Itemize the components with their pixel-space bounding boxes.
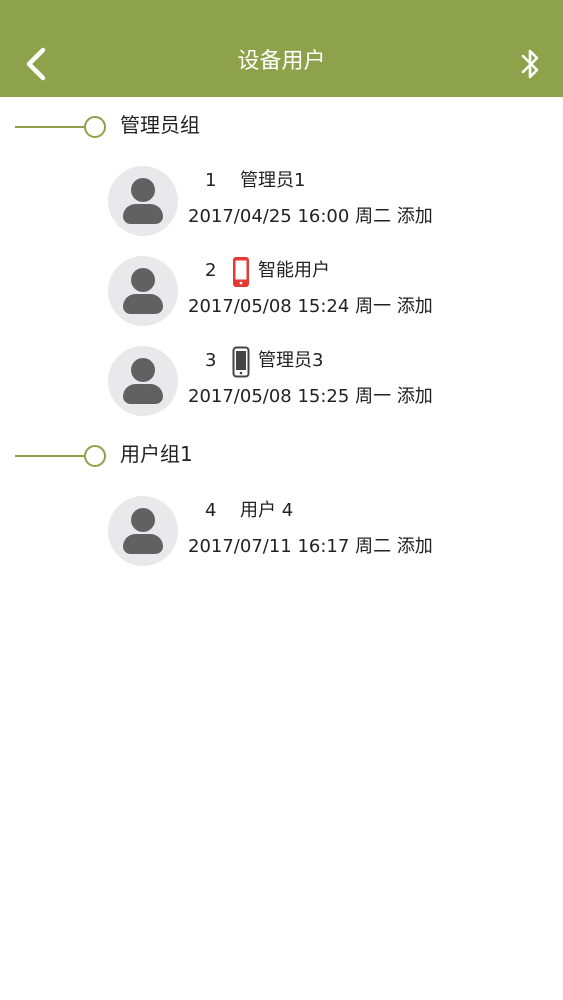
avatar-head-shape [131, 358, 155, 382]
user-meta: 2017/04/25 16:00 周二 添加 [188, 204, 433, 230]
user-datetime: 2017/05/08 15:25 [188, 386, 350, 407]
user-action: 添加 [396, 206, 433, 227]
group-connector-line [15, 126, 85, 128]
user-weekday: 周一 [355, 386, 392, 407]
user-datetime: 2017/04/25 16:00 [188, 206, 350, 227]
top-bar: 设备用户 [0, 0, 563, 97]
avatar-body-shape [123, 384, 163, 404]
group-name: 用户组1 [120, 442, 193, 466]
avatar-head-shape [131, 178, 155, 202]
user-weekday: 周二 [355, 206, 392, 227]
user-row[interactable]: 2 智能用户 2017/05/08 15:24 周一 添加 [0, 256, 563, 336]
avatar [108, 166, 178, 236]
user-number: 1 [205, 170, 217, 191]
avatar [108, 496, 178, 566]
bluetooth-button[interactable] [513, 44, 549, 84]
user-meta: 2017/05/08 15:24 周一 添加 [188, 294, 433, 320]
user-name: 用户 4 [240, 500, 294, 521]
user-name: 智能用户 [258, 260, 330, 281]
group-circle-icon [84, 445, 106, 467]
user-weekday: 周二 [355, 536, 392, 557]
avatar [108, 256, 178, 326]
group-circle-icon [84, 116, 106, 138]
group-name: 管理员组 [120, 113, 200, 137]
user-meta: 2017/05/08 15:25 周一 添加 [188, 384, 433, 410]
user-action: 添加 [396, 386, 433, 407]
user-row[interactable]: 3 管理员3 2017/05/08 15:25 周一 添加 [0, 346, 563, 426]
phone-icon [232, 346, 250, 378]
avatar-body-shape [123, 204, 163, 224]
bluetooth-icon [521, 49, 539, 79]
avatar-body-shape [123, 294, 163, 314]
user-meta: 2017/07/11 16:17 周二 添加 [188, 534, 433, 560]
avatar [108, 346, 178, 416]
user-name: 管理员1 [240, 170, 306, 191]
avatar-head-shape [131, 268, 155, 292]
group-header[interactable]: 用户组1 [0, 436, 563, 476]
user-action: 添加 [396, 296, 433, 317]
user-weekday: 周一 [355, 296, 392, 317]
user-number: 2 [205, 260, 217, 281]
user-datetime: 2017/05/08 15:24 [188, 296, 350, 317]
user-action: 添加 [396, 536, 433, 557]
user-name: 管理员3 [258, 350, 324, 371]
user-number: 3 [205, 350, 217, 371]
red-phone-icon [233, 257, 249, 287]
group-connector-line [15, 455, 85, 457]
user-row[interactable]: 1 管理员1 2017/04/25 16:00 周二 添加 [0, 166, 563, 246]
user-row[interactable]: 4 用户 4 2017/07/11 16:17 周二 添加 [0, 496, 563, 576]
user-datetime: 2017/07/11 16:17 [188, 536, 350, 557]
user-number: 4 [205, 500, 217, 521]
group-header[interactable]: 管理员组 [0, 107, 563, 147]
page-title: 设备用户 [237, 49, 326, 74]
avatar-body-shape [123, 534, 163, 554]
avatar-head-shape [131, 508, 155, 532]
